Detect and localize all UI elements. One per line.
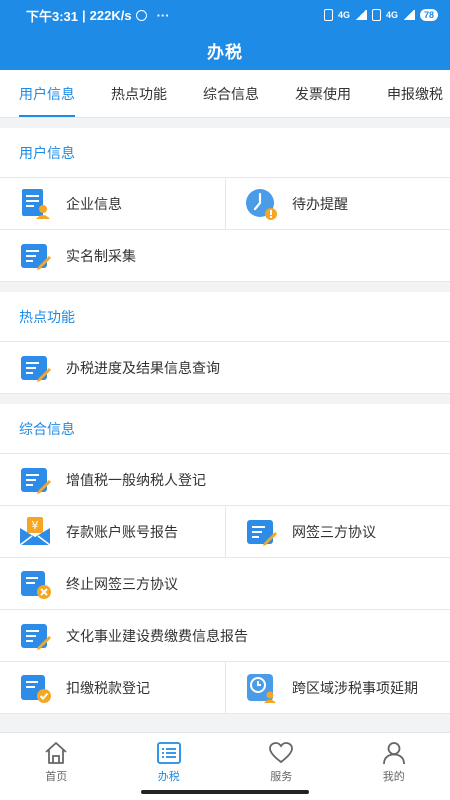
- document-user-icon: [18, 187, 52, 221]
- menu-row: 增值税一般纳税人登记: [0, 454, 450, 506]
- network-label-1: 4G: [337, 10, 350, 20]
- document-check-icon: [18, 671, 52, 705]
- menu-item-progress-query[interactable]: 办税进度及结果信息查询: [0, 342, 450, 393]
- heart-icon: [269, 742, 294, 764]
- menu-item-culture-fee[interactable]: 文化事业建设费缴费信息报告: [0, 610, 450, 661]
- menu-label: 实名制采集: [66, 247, 136, 264]
- status-more: ···: [156, 7, 170, 23]
- nav-label: 首页: [45, 771, 68, 783]
- section-title-user-info: 用户信息: [0, 128, 450, 178]
- menu-row: 实名制采集: [0, 230, 450, 282]
- document-edit-icon: [18, 239, 52, 273]
- menu-row: 终止网签三方协议: [0, 558, 450, 610]
- menu-label: 扣缴税款登记: [66, 679, 150, 696]
- menu-row: 文化事业建设费缴费信息报告: [0, 610, 450, 662]
- clock-user-icon: [244, 671, 278, 705]
- document-edit-icon: [18, 463, 52, 497]
- menu-label: 跨区域涉税事项延期: [292, 679, 418, 696]
- category-tabs: 用户信息 热点功能 综合信息 发票使用 申报缴税: [0, 70, 450, 118]
- tab-general[interactable]: 综合信息: [184, 70, 276, 117]
- menu-item-cross-region[interactable]: 跨区域涉税事项延期: [225, 662, 450, 713]
- battery-icon: 78: [419, 9, 438, 21]
- menu-row: 企业信息 待办提醒: [0, 178, 450, 230]
- menu-label: 办税进度及结果信息查询: [66, 359, 220, 376]
- nav-home[interactable]: 首页: [0, 733, 113, 800]
- clock-alert-icon: [244, 187, 278, 221]
- menu-item-todo-reminder[interactable]: 待办提醒: [225, 178, 450, 229]
- nav-mine[interactable]: 我的: [338, 733, 450, 800]
- tab-invoice[interactable]: 发票使用: [276, 70, 368, 117]
- menu-item-withholding[interactable]: 扣缴税款登记: [0, 662, 225, 713]
- tab-hot[interactable]: 热点功能: [92, 70, 184, 117]
- signal-icon: [354, 10, 367, 20]
- menu-item-terminate-agreement[interactable]: 终止网签三方协议: [0, 558, 450, 609]
- section-user-info: 用户信息 企业信息 待办提醒 实名制采集: [0, 128, 450, 282]
- app-header: 下午3:31 | 222K/s ··· 4G 4G 78 办税: [0, 0, 450, 70]
- menu-item-company-info[interactable]: 企业信息: [0, 178, 225, 229]
- sim-icon: [323, 9, 333, 21]
- status-speed: 222K/s: [89, 7, 132, 23]
- nav-label: 服务: [270, 771, 293, 783]
- document-edit-icon: [18, 619, 52, 653]
- page-title: 办税: [207, 42, 243, 62]
- sim-icon-2: [371, 9, 381, 21]
- alarm-icon: [135, 9, 147, 21]
- document-cancel-icon: [18, 567, 52, 601]
- section-general: 综合信息 增值税一般纳税人登记 ¥ 存款账户账号报告 网签三方协议 终止网签三方…: [0, 404, 450, 714]
- section-title-hot: 热点功能: [0, 292, 450, 342]
- nav-label: 我的: [382, 771, 405, 783]
- nav-label: 办税: [157, 771, 180, 783]
- svg-text:¥: ¥: [32, 519, 39, 532]
- menu-label: 文化事业建设费缴费信息报告: [66, 627, 248, 644]
- network-label-2: 4G: [385, 10, 398, 20]
- home-icon: [45, 742, 67, 764]
- yuan-envelope-icon: ¥: [18, 515, 52, 549]
- menu-label: 终止网签三方协议: [66, 575, 178, 592]
- status-time: 下午3:31: [26, 8, 79, 24]
- menu-item-deposit-report[interactable]: ¥ 存款账户账号报告: [0, 506, 225, 557]
- menu-label: 待办提醒: [292, 195, 348, 212]
- menu-item-vat-register[interactable]: 增值税一般纳税人登记: [0, 454, 450, 505]
- menu-label: 增值税一般纳税人登记: [66, 471, 206, 488]
- document-edit-icon: [244, 515, 278, 549]
- tab-user-info[interactable]: 用户信息: [0, 70, 92, 117]
- menu-row: 办税进度及结果信息查询: [0, 342, 450, 394]
- main-content: 用户信息 企业信息 待办提醒 实名制采集 热点功能 办税进度及结果信息查询 综合…: [0, 118, 450, 732]
- menu-label: 存款账户账号报告: [66, 523, 178, 540]
- user-icon: [382, 742, 405, 765]
- document-edit-icon: [18, 351, 52, 385]
- status-bar: 下午3:31 | 222K/s ··· 4G 4G 78: [0, 0, 450, 30]
- section-title-general: 综合信息: [0, 404, 450, 454]
- menu-item-real-name[interactable]: 实名制采集: [0, 230, 450, 281]
- tab-declare[interactable]: 申报缴税: [368, 70, 450, 117]
- status-divider: |: [82, 7, 86, 23]
- home-indicator[interactable]: [141, 790, 309, 794]
- signal-icon-2: [402, 10, 415, 20]
- menu-row: ¥ 存款账户账号报告 网签三方协议: [0, 506, 450, 558]
- section-hot: 热点功能 办税进度及结果信息查询: [0, 292, 450, 394]
- menu-item-online-agreement[interactable]: 网签三方协议: [225, 506, 450, 557]
- menu-row: 扣缴税款登记 跨区域涉税事项延期: [0, 662, 450, 714]
- list-icon: [156, 742, 181, 764]
- bottom-nav: 首页 办税 服务 我的: [0, 732, 450, 800]
- menu-label: 企业信息: [66, 195, 122, 212]
- menu-label: 网签三方协议: [292, 523, 376, 540]
